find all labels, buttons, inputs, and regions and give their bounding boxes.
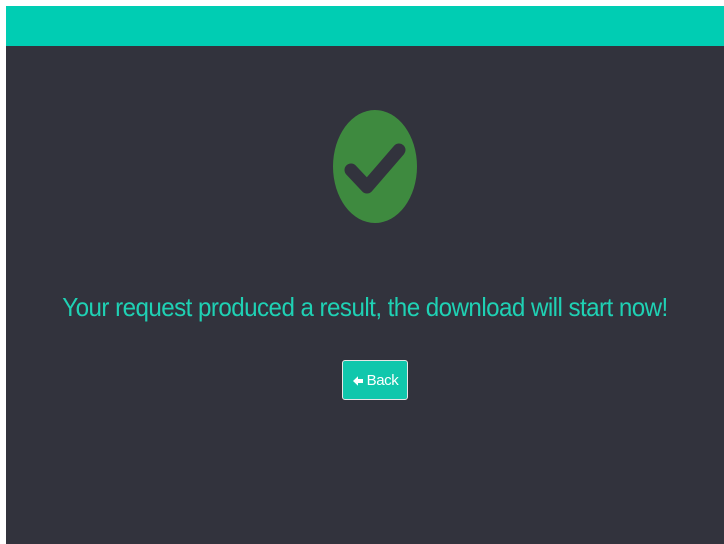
top-bar <box>6 6 724 46</box>
result-message: Your request produced a result, the down… <box>62 292 668 322</box>
back-button-label: Back <box>366 371 399 389</box>
check-icon <box>344 143 406 194</box>
success-check-icon <box>333 110 417 223</box>
arrow-left-icon <box>352 374 364 386</box>
page-frame: Your request produced a result, the down… <box>6 6 724 544</box>
back-button[interactable]: Back <box>342 360 408 400</box>
